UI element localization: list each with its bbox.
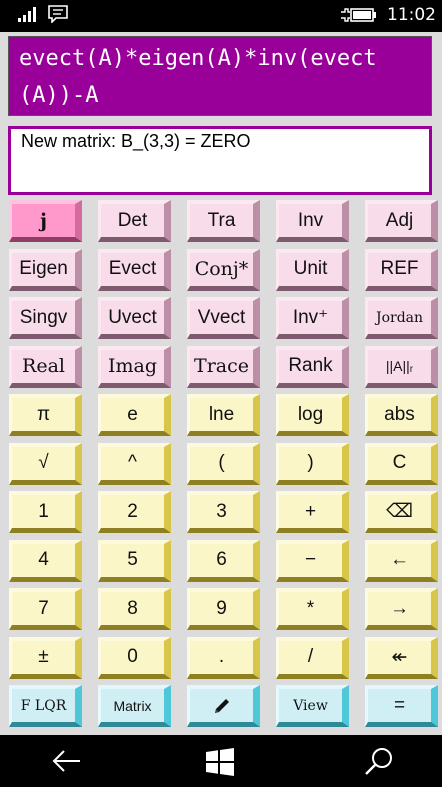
key-r5c3[interactable]: ) [276, 442, 349, 485]
status-bar: 11:02 [0, 0, 442, 32]
key-lne[interactable]: lne [187, 394, 260, 436]
key-0[interactable]: 0 [98, 636, 171, 679]
key-5[interactable]: 5 [98, 539, 171, 582]
key-trace[interactable]: Trace [187, 345, 260, 388]
formula-display[interactable]: evect(A)*eigen(A)*inv(evect(A))-A [8, 36, 432, 116]
key-f-lqr[interactable]: F LQR [9, 685, 82, 727]
key-singv[interactable]: Singv [9, 297, 82, 339]
key-adj[interactable]: Adj [365, 200, 438, 242]
key-e[interactable]: e [98, 394, 171, 436]
key-r5c1[interactable]: ^ [98, 442, 171, 485]
key-r6c3[interactable]: + [276, 491, 349, 533]
key-inv[interactable]: Inv [276, 200, 349, 242]
key-1[interactable]: 1 [9, 491, 82, 533]
key-evect[interactable]: Evect [98, 248, 171, 291]
key-3[interactable]: 3 [187, 491, 260, 533]
key-rank[interactable]: Rank [276, 345, 349, 388]
key-6[interactable]: 6 [187, 539, 260, 582]
key-unit[interactable]: Unit [276, 248, 349, 291]
key-a[interactable]: ||A||ᵣ [365, 345, 438, 388]
key-inv[interactable]: Inv⁺ [276, 297, 349, 339]
signal-icon [18, 7, 36, 22]
key-eigen[interactable]: Eigen [9, 248, 82, 291]
back-icon[interactable] [52, 748, 82, 774]
key-r10c4[interactable]: = [365, 685, 438, 727]
key-4[interactable]: 4 [9, 539, 82, 582]
message-icon [48, 5, 68, 23]
key-conj[interactable]: Conj* [187, 248, 260, 291]
key-9[interactable]: 9 [187, 588, 260, 630]
windows-start-icon[interactable] [206, 748, 234, 776]
key-r9c0[interactable]: ± [9, 636, 82, 679]
key-7[interactable]: 7 [9, 588, 82, 630]
key-pencil-icon[interactable] [187, 685, 260, 727]
key-r7c4[interactable]: ← [365, 539, 438, 582]
key-r4c0[interactable]: π [9, 394, 82, 436]
navigation-bar [0, 735, 442, 787]
key-r9c2[interactable]: . [187, 636, 260, 679]
key-2[interactable]: 2 [98, 491, 171, 533]
key-r5c2[interactable]: ( [187, 442, 260, 485]
key-8[interactable]: 8 [98, 588, 171, 630]
result-display: New matrix: B_(3,3) = ZERO [8, 126, 432, 195]
key-r7c3[interactable]: − [276, 539, 349, 582]
key-tra[interactable]: Tra [187, 200, 260, 242]
key-matrix[interactable]: Matrix [98, 685, 171, 727]
pencil-icon [214, 698, 229, 713]
key-imag[interactable]: Imag [98, 345, 171, 388]
key-view[interactable]: View [276, 685, 349, 727]
key-vvect[interactable]: Vvect [187, 297, 260, 339]
key-r5c0[interactable]: √ [9, 442, 82, 485]
calculator-app: evect(A)*eigen(A)*inv(evect(A))-A New ma… [0, 32, 442, 735]
key-ref[interactable]: REF [365, 248, 438, 291]
key-r8c4[interactable]: → [365, 588, 438, 630]
key-c[interactable]: C [365, 442, 438, 485]
key-r9c4[interactable]: ↞ [365, 636, 438, 679]
key-det[interactable]: Det [98, 200, 171, 242]
key-log[interactable]: log [276, 394, 349, 436]
key-r8c3[interactable]: * [276, 588, 349, 630]
key-abs[interactable]: abs [365, 394, 438, 436]
search-icon[interactable] [364, 747, 394, 777]
key-uvect[interactable]: Uvect [98, 297, 171, 339]
key-r6c4[interactable]: ⌫ [365, 491, 438, 533]
clock: 11:02 [387, 5, 436, 25]
key-real[interactable]: Real [9, 345, 82, 388]
key-jordan[interactable]: Jordan [365, 297, 438, 339]
key-r9c3[interactable]: / [276, 636, 349, 679]
key-j[interactable]: j [9, 200, 82, 242]
battery-charging-icon [341, 8, 376, 22]
